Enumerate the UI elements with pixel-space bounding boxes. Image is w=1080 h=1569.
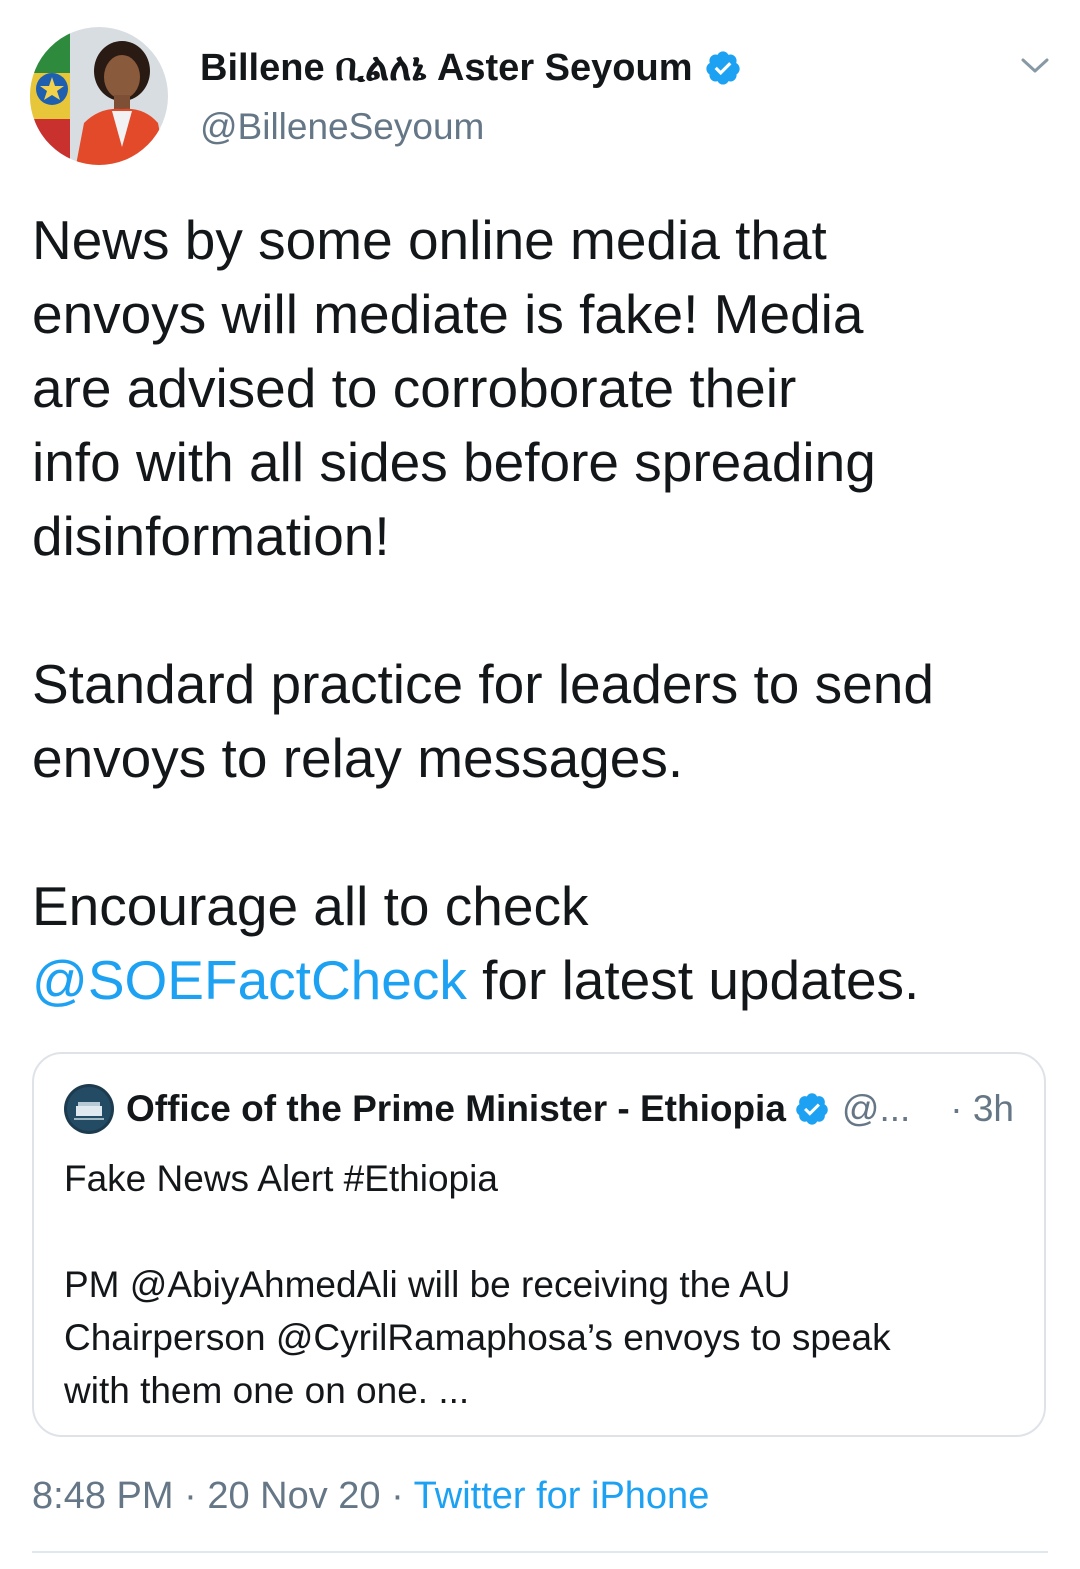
verified-badge-icon bbox=[794, 1091, 830, 1127]
tweet-source-link[interactable]: Twitter for iPhone bbox=[414, 1475, 710, 1517]
tweet-line: @SOEFactCheck for latest updates. bbox=[32, 943, 1052, 1017]
quoted-tweet-line: Chairperson @CyrilRamaphosa’s envoys to … bbox=[64, 1317, 891, 1358]
author-display-name[interactable]: Billene ቢልለኔ Aster Seyoum bbox=[200, 47, 692, 90]
tweet-meta: 8:48 PM · 20 Nov 20 · Twitter for iPhone bbox=[32, 1468, 709, 1524]
quoted-tweet-time[interactable]: · 3h bbox=[950, 1082, 1014, 1136]
author-avatar-image bbox=[30, 27, 168, 165]
tweet-paragraph: News by some online media that envoys wi… bbox=[32, 203, 1052, 573]
tweet-time[interactable]: 8:48 PM bbox=[32, 1475, 174, 1517]
tweet-paragraph: Standard practice for leaders to send en… bbox=[32, 647, 1052, 795]
meta-separator: · bbox=[380, 1475, 414, 1517]
author-handle[interactable]: @BilleneSeyoum bbox=[200, 106, 484, 148]
quoted-tweet-line: PM @AbiyAhmedAli will be receiving the A… bbox=[64, 1264, 791, 1305]
tweet-line: are advised to corroborate their bbox=[32, 357, 797, 419]
author-avatar[interactable] bbox=[30, 27, 168, 165]
tweet-line-tail: for latest updates. bbox=[466, 949, 920, 1011]
quoted-author-display-name[interactable]: Office of the Prime Minister - Ethiopia bbox=[126, 1088, 786, 1130]
mention-link-soefactcheck[interactable]: @SOEFactCheck bbox=[32, 949, 467, 1011]
chevron-down-icon[interactable] bbox=[1015, 50, 1055, 82]
tweet-text: News by some online media that envoys wi… bbox=[32, 203, 1052, 1017]
tweet-line: News by some online media that bbox=[32, 209, 827, 271]
author-name-row: Billene ቢልለኔ Aster Seyoum bbox=[200, 40, 742, 96]
quoted-author-handle[interactable]: @... bbox=[842, 1088, 910, 1130]
quoted-author-avatar[interactable] bbox=[64, 1084, 114, 1134]
tweet-line: info with all sides before spreading bbox=[32, 431, 876, 493]
quoted-tweet-line: with them one on one. ... bbox=[64, 1370, 470, 1411]
quoted-author-avatar-image bbox=[64, 1084, 114, 1134]
quoted-tweet-text: Fake News Alert #Ethiopia PM @AbiyAhmedA… bbox=[64, 1152, 1014, 1417]
tweet-header: Billene ቢልለኔ Aster Seyoum @BilleneSeyoum bbox=[0, 0, 1080, 180]
quoted-tweet-line: Fake News Alert #Ethiopia bbox=[64, 1158, 498, 1199]
tweet-line: Standard practice for leaders to send bbox=[32, 653, 934, 715]
meta-separator: · bbox=[173, 1475, 208, 1517]
tweet-line: envoys will mediate is fake! Media bbox=[32, 283, 864, 345]
verified-badge-icon bbox=[704, 49, 742, 87]
tweet-line: Encourage all to check bbox=[32, 875, 589, 937]
divider bbox=[32, 1551, 1048, 1553]
tweet-paragraph: Encourage all to check @SOEFactCheck for… bbox=[32, 869, 1052, 1017]
tweet-date[interactable]: 20 Nov 20 bbox=[207, 1475, 380, 1517]
quoted-tweet-card[interactable]: Office of the Prime Minister - Ethiopia … bbox=[32, 1052, 1046, 1437]
tweet-line: envoys to relay messages. bbox=[32, 727, 684, 789]
quoted-tweet-header: Office of the Prime Minister - Ethiopia … bbox=[64, 1082, 910, 1136]
tweet-line: disinformation! bbox=[32, 505, 390, 567]
